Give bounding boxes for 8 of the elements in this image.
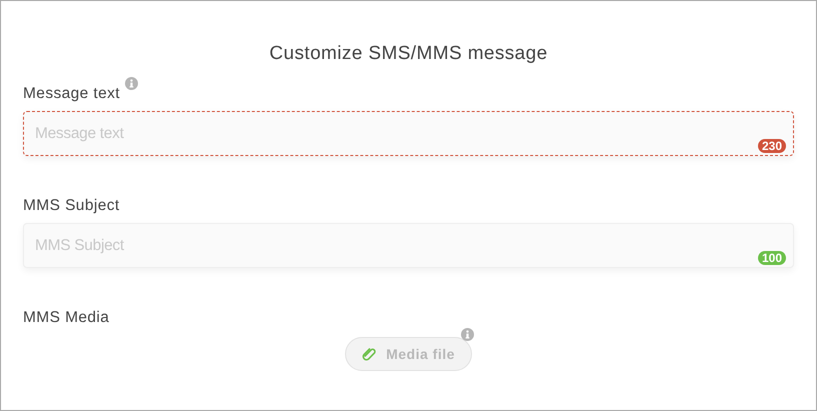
field-label: MMS Media <box>23 309 110 327</box>
info-icon[interactable] <box>460 328 474 341</box>
paperclip-icon <box>362 346 378 362</box>
info-icon[interactable] <box>124 77 138 90</box>
field-label: MMS Subject <box>23 197 120 215</box>
dialog-title: Customize SMS/MMS message <box>268 43 549 66</box>
field-label: Message text <box>23 85 120 103</box>
media-file-button[interactable]: Media file <box>345 337 472 371</box>
